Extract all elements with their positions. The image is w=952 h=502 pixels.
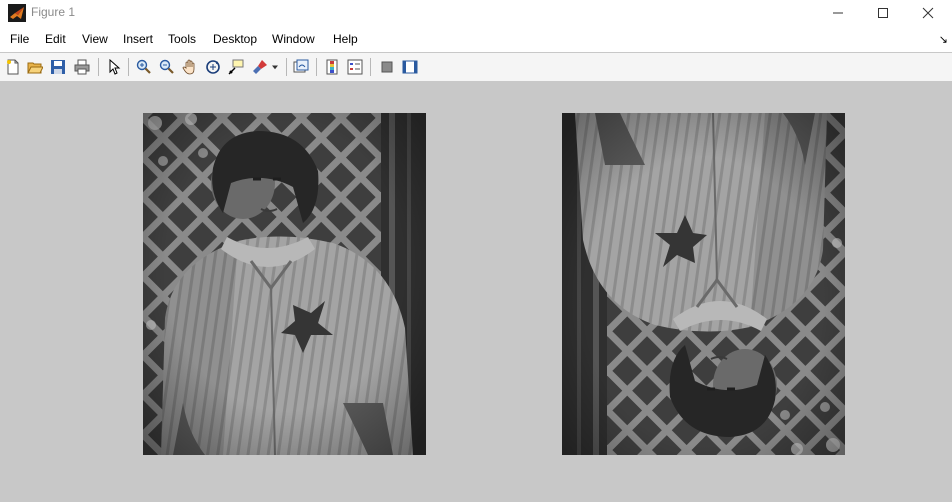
print-button[interactable]	[72, 57, 92, 77]
open-file-button[interactable]	[25, 57, 45, 77]
new-figure-icon	[7, 59, 19, 75]
hide-plot-tools-button[interactable]	[377, 57, 397, 77]
zoom-out-icon	[159, 59, 174, 74]
figure-toolbar	[0, 52, 952, 82]
toolbar-separator	[316, 58, 317, 76]
insert-legend-icon	[347, 59, 363, 75]
data-cursor-button[interactable]	[226, 57, 246, 77]
toolbar-separator	[98, 58, 99, 76]
toolbar-separator	[128, 58, 129, 76]
data-cursor-icon	[228, 59, 244, 75]
menu-insert[interactable]: Insert	[123, 32, 153, 46]
link-plot-button[interactable]	[291, 57, 311, 77]
menu-desktop[interactable]: Desktop	[213, 32, 257, 46]
photo-child-upright	[143, 113, 426, 455]
insert-colorbar-button[interactable]	[322, 57, 342, 77]
edit-plot-icon	[109, 59, 121, 75]
pan-icon	[182, 59, 195, 75]
save-button[interactable]	[48, 57, 68, 77]
maximize-button[interactable]	[860, 0, 906, 26]
dock-arrow-icon[interactable]: ↘	[939, 33, 948, 46]
menu-tools[interactable]: Tools	[168, 32, 196, 46]
menu-view[interactable]: View	[82, 32, 108, 46]
title-bar: Figure 1	[0, 0, 952, 26]
chevron-down-icon	[272, 65, 278, 70]
new-figure-button[interactable]	[3, 57, 23, 77]
axes-image-right[interactable]	[562, 113, 845, 455]
menu-bar: File Edit View Insert Tools Desktop Wind…	[0, 30, 952, 50]
toolbar-separator	[286, 58, 287, 76]
show-plot-tools-button[interactable]	[400, 57, 420, 77]
close-icon	[922, 7, 934, 19]
rotate-3d-icon	[206, 60, 220, 74]
hide-plot-tools-icon	[381, 61, 393, 73]
minimize-button[interactable]	[815, 0, 861, 26]
menu-file[interactable]: File	[10, 32, 29, 46]
axes-image-left[interactable]	[143, 113, 426, 455]
link-plot-icon	[293, 59, 309, 73]
zoom-in-icon	[136, 59, 151, 74]
open-file-icon	[27, 62, 43, 74]
photo-child-rotated	[562, 113, 845, 455]
matlab-icon	[8, 4, 26, 22]
minimize-icon	[833, 12, 843, 14]
brush-icon	[253, 60, 267, 74]
rotate-3d-button[interactable]	[203, 57, 223, 77]
menu-help[interactable]: Help	[333, 32, 358, 46]
insert-colorbar-icon	[326, 59, 338, 75]
zoom-out-button[interactable]	[157, 57, 177, 77]
zoom-in-button[interactable]	[134, 57, 154, 77]
toolbar-separator	[370, 58, 371, 76]
figure-canvas[interactable]	[0, 81, 952, 502]
save-icon	[51, 60, 65, 74]
brush-button[interactable]	[250, 57, 270, 77]
menu-window[interactable]: Window	[272, 32, 315, 46]
edit-plot-button[interactable]	[104, 57, 124, 77]
close-button[interactable]	[905, 0, 951, 26]
show-plot-tools-icon	[402, 60, 418, 74]
window-title: Figure 1	[31, 5, 76, 19]
maximize-icon	[878, 8, 888, 18]
pan-button[interactable]	[180, 57, 200, 77]
print-icon	[74, 59, 90, 75]
insert-legend-button[interactable]	[345, 57, 365, 77]
brush-dropdown[interactable]	[269, 57, 281, 77]
menu-edit[interactable]: Edit	[45, 32, 66, 46]
